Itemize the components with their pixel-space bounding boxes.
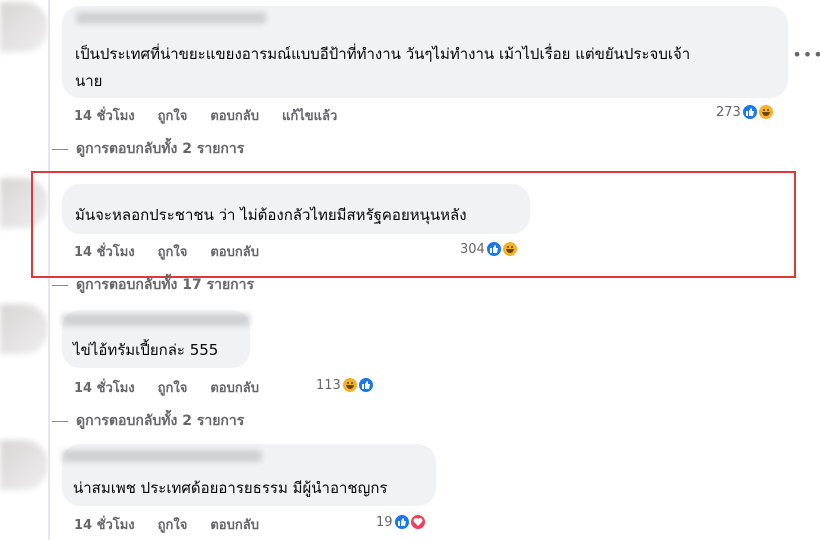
reaction-count: 273: [716, 104, 741, 120]
commenter-name[interactable]: [76, 12, 266, 24]
reaction-summary[interactable]: 273: [716, 103, 775, 121]
love-icon: [408, 513, 427, 531]
edited-label: แก้ไขแล้ว: [281, 109, 338, 124]
comment-bubble: เป็นประเทศที่น่าขยะแขยงอารมณ์แบบอีป้าที่…: [62, 6, 788, 98]
reply-button[interactable]: ตอบกลับ: [210, 377, 259, 398]
reaction-count: 19: [376, 514, 393, 530]
comment-text: ไข่ไอ้ทรัมเปี้ยกล่ะ 555: [73, 341, 219, 359]
avatar[interactable]: [0, 2, 48, 52]
comment-actions: 14 ชั่วโมง ถูกใจ ตอบกลับ: [74, 377, 259, 398]
comment-text: เป็นประเทศที่น่าขยะแขยงอารมณ์แบบอีป้าที่…: [75, 45, 691, 63]
reaction-summary[interactable]: 113: [316, 376, 375, 394]
comment-actions: 14 ชั่วโมง ถูกใจ ตอบกลับ แก้ไขแล้ว: [74, 105, 337, 126]
timestamp[interactable]: 14 ชั่วโมง: [74, 514, 135, 535]
view-replies-link[interactable]: ดูการตอบกลับทั้ง 17 รายการ: [52, 274, 254, 296]
reaction-count: 113: [316, 377, 341, 393]
view-replies-link[interactable]: ดูการตอบกลับทั้ง 2 รายการ: [52, 138, 244, 160]
avatar[interactable]: [0, 440, 48, 490]
comment-text: น่าสมเพช ประเทศด้อยอารยธรรม มีผู้นำอาชญก…: [73, 479, 388, 497]
view-replies-link[interactable]: ดูการตอบกลับทั้ง 2 รายการ: [52, 410, 244, 432]
like-button[interactable]: ถูกใจ: [158, 514, 188, 535]
avatar[interactable]: [0, 304, 48, 354]
reply-connector: [52, 420, 68, 422]
view-replies-label: ดูการตอบกลับทั้ง 2 รายการ: [76, 413, 245, 429]
like-icon: [356, 376, 375, 394]
reply-connector: [52, 284, 68, 286]
commenter-name[interactable]: [62, 450, 262, 462]
comment-bubble: น่าสมเพช ประเทศด้อยอารยธรรม มีผู้นำอาชญก…: [62, 444, 436, 506]
timestamp[interactable]: 14 ชั่วโมง: [74, 105, 135, 126]
comment-text: นาย: [75, 72, 103, 90]
view-replies-label: ดูการตอบกลับทั้ง 17 รายการ: [76, 277, 255, 293]
timestamp[interactable]: 14 ชั่วโมง: [74, 377, 135, 398]
reply-button[interactable]: ตอบกลับ: [210, 514, 259, 535]
highlight-box: [31, 171, 796, 278]
commenter-name[interactable]: [62, 314, 250, 326]
like-icon: [392, 513, 411, 531]
like-button[interactable]: ถูกใจ: [158, 105, 188, 126]
view-replies-label: ดูการตอบกลับทั้ง 2 รายการ: [76, 141, 245, 157]
more-options-icon[interactable]: •••: [792, 40, 820, 68]
like-button[interactable]: ถูกใจ: [158, 377, 188, 398]
comment-actions: 14 ชั่วโมง ถูกใจ ตอบกลับ: [74, 514, 259, 535]
reaction-summary[interactable]: 19: [376, 513, 427, 531]
reply-button[interactable]: ตอบกลับ: [210, 105, 259, 126]
haha-icon: [756, 103, 775, 121]
comment-bubble: ไข่ไอ้ทรัมเปี้ยกล่ะ 555: [62, 310, 250, 368]
reply-connector: [52, 148, 68, 150]
